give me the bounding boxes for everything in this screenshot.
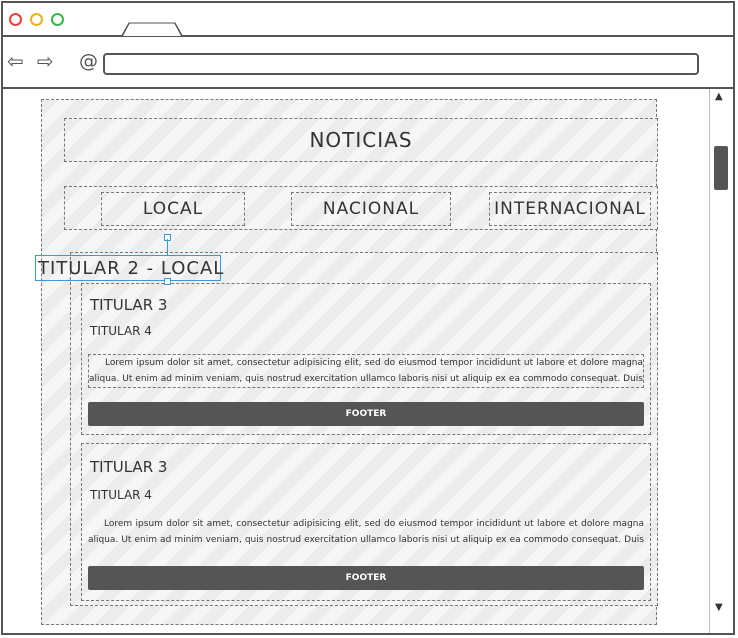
vertical-scrollbar[interactable]: ▲ ▼ <box>709 89 733 633</box>
section-title-selected[interactable]: TITULAR 2 - LOCAL <box>35 255 223 281</box>
scrollbar-thumb[interactable] <box>714 146 728 190</box>
article-card: TITULAR 3 TITULAR 4 Lorem ipsum dolor si… <box>81 443 651 601</box>
address-bar-row: ⇦ ⇨ @ <box>3 37 733 89</box>
resize-handle[interactable] <box>164 278 171 285</box>
nav-item-local[interactable]: LOCAL <box>101 192 245 226</box>
page-viewport: NOTICIAS LOCAL NACIONAL INTERNACIONAL TI… <box>3 89 709 633</box>
back-arrow-icon[interactable]: ⇦ <box>7 51 24 71</box>
article-heading-h3: TITULAR 3 <box>90 296 168 314</box>
browser-window: ⇦ ⇨ @ NOTICIAS LOCAL NACIONAL INTERNACIO… <box>1 1 735 635</box>
forward-arrow-icon[interactable]: ⇨ <box>37 51 54 71</box>
article-footer: FOOTER <box>88 402 644 426</box>
page-container: NOTICIAS LOCAL NACIONAL INTERNACIONAL TI… <box>41 99 658 625</box>
article-heading-h4: TITULAR 4 <box>90 488 152 502</box>
article-paragraph: Lorem ipsum dolor sit amet, consectetur … <box>88 354 644 388</box>
nav-item-internacional[interactable]: INTERNACIONAL <box>489 192 651 226</box>
nav-bar: LOCAL NACIONAL INTERNACIONAL <box>64 186 658 230</box>
article-footer: FOOTER <box>88 566 644 590</box>
scroll-up-arrow-icon[interactable]: ▲ <box>715 91 723 102</box>
article-card: TITULAR 3 TITULAR 4 Lorem ipsum dolor si… <box>81 283 651 435</box>
browser-tab[interactable] <box>121 22 183 36</box>
selection-connector <box>167 239 168 255</box>
article-heading-h4: TITULAR 4 <box>90 324 152 338</box>
section-local: TITULAR 3 TITULAR 4 Lorem ipsum dolor si… <box>70 252 658 606</box>
article-paragraph: Lorem ipsum dolor sit amet, consectetur … <box>88 519 644 545</box>
scroll-down-arrow-icon[interactable]: ▼ <box>715 602 723 613</box>
close-dot[interactable] <box>9 13 22 26</box>
article-heading-h3: TITULAR 3 <box>90 458 168 476</box>
title-bar <box>3 3 733 37</box>
reload-icon[interactable]: @ <box>79 51 98 71</box>
nav-item-nacional[interactable]: NACIONAL <box>291 192 451 226</box>
maximize-dot[interactable] <box>51 13 64 26</box>
minimize-dot[interactable] <box>30 13 43 26</box>
url-input[interactable] <box>103 53 699 75</box>
page-header: NOTICIAS <box>64 118 658 162</box>
